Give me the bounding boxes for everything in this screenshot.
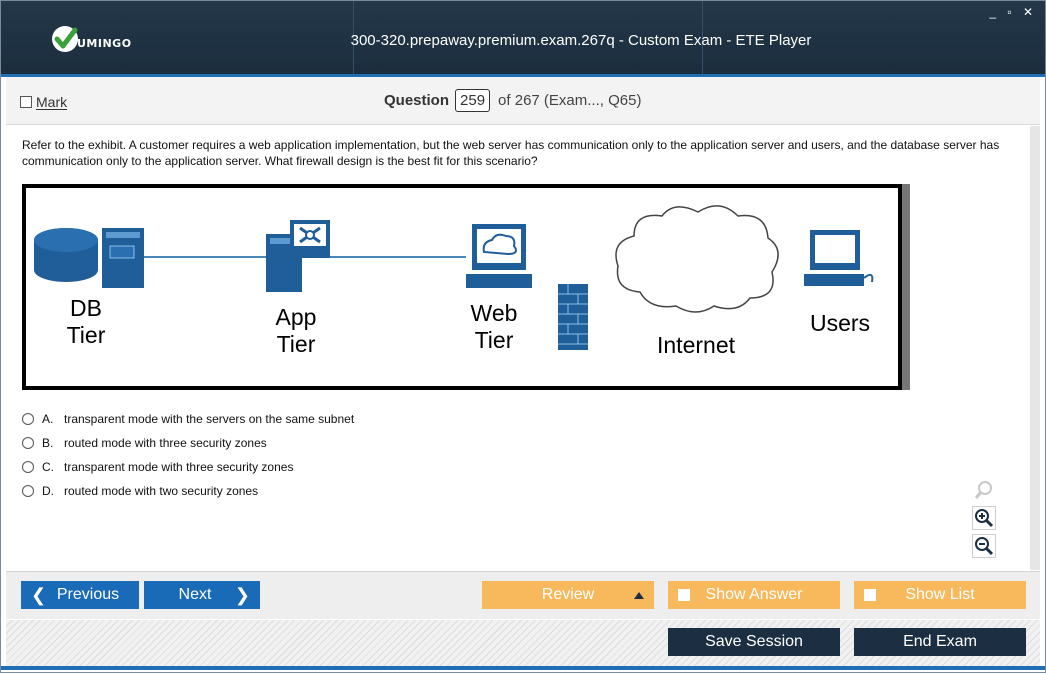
show-list-label: Show List [905,586,975,603]
question-text: Refer to the exhibit. A customer require… [22,138,1000,168]
save-session-label: Save Session [705,633,803,650]
ete-player-window: UMINGO 300-320.prepaway.premium.exam.267… [0,0,1046,673]
radio-button[interactable] [22,437,34,449]
review-button[interactable]: Review [482,581,654,609]
answer-text: transparent mode with the servers on the… [64,412,355,426]
zoom-in-button[interactable] [972,506,996,530]
web-label-line2: Tier [474,327,514,353]
show-answer-label: Show Answer [705,586,803,603]
footer-area: Save Session End Exam [6,620,1040,666]
end-exam-label: End Exam [903,633,977,650]
answer-text: routed mode with three security zones [64,436,267,450]
question-label: Question [384,92,450,109]
app-label-line1: App [275,304,317,330]
web-server-icon [466,224,532,288]
db-label-line1: DB [70,295,102,321]
checkbox-box[interactable] [20,96,32,108]
zoom-in-icon [975,509,994,528]
zoom-out-button[interactable] [972,534,996,558]
db-label-line2: Tier [66,322,106,348]
exhibit-shadow [902,184,910,390]
zoom-reset-button[interactable] [972,478,996,502]
app-server-icon [266,220,330,292]
db-app-line [144,256,266,258]
answer-text: routed mode with two security zones [64,484,259,498]
database-icon [34,228,144,288]
radio-button[interactable] [22,413,34,425]
show-list-button[interactable]: Show List [854,581,1026,609]
exhibit-image: DB Tier App Tier Web Tier Internet Users [22,184,910,390]
app-web-line [326,256,466,258]
next-label: Next [178,586,212,603]
question-header: Mark Question 259 of 267 (Exam..., Q65) [6,77,1040,125]
radio-button[interactable] [22,461,34,473]
answer-letter: C. [42,460,54,474]
chevron-left-icon: ❮ [31,584,47,605]
question-number-input[interactable]: 259 [455,89,491,112]
navigation-bar: ❮ Previous Next ❯ Review Show Answer Sho… [6,571,1040,619]
answer-option-b[interactable]: B. routed mode with three security zones [22,431,354,455]
answer-letter: B. [42,436,54,450]
app-label-line2: Tier [276,331,316,357]
question-content: Refer to the exhibit. A customer require… [6,126,1040,570]
mark-checkbox[interactable]: Mark [20,94,67,110]
internet-label: Internet [657,332,735,358]
answer-option-a[interactable]: A. transparent mode with the servers on … [22,407,354,431]
window-controls[interactable]: _ ▫ ✕ [989,5,1037,19]
answer-letter: D. [42,484,54,498]
internet-cloud-icon [615,205,779,313]
answer-letter: A. [42,412,54,426]
checkbox-icon [678,589,690,601]
show-answer-button[interactable]: Show Answer [668,581,840,609]
footer-accent-line [1,666,1045,670]
vertical-scrollbar[interactable] [1030,126,1040,570]
question-number-area: Question 259 of 267 (Exam..., Q65) [384,89,641,112]
users-label: Users [809,310,871,336]
triangle-up-icon [634,591,644,599]
review-label: Review [541,586,595,603]
previous-button[interactable]: ❮ Previous [21,581,139,609]
firewall-icon [558,284,588,350]
answer-text: transparent mode with three security zon… [64,460,294,474]
previous-label: Previous [56,586,120,603]
zoom-out-icon [975,537,994,556]
end-exam-button[interactable]: End Exam [854,628,1026,656]
radio-button[interactable] [22,485,34,497]
window-title: 300-320.prepaway.premium.exam.267q - Cus… [350,32,812,49]
next-button[interactable]: Next ❯ [144,581,260,609]
answer-option-c[interactable]: C. transparent mode with three security … [22,455,354,479]
web-tier-label: Web Tier [464,300,524,354]
zoom-reset-icon [974,481,992,499]
mark-label: Mark [36,94,68,110]
answer-list: A. transparent mode with the servers on … [22,407,354,503]
users-icon [804,230,874,286]
save-session-button[interactable]: Save Session [668,628,840,656]
chevron-right-icon: ❯ [234,584,250,605]
checkbox-icon [864,589,876,601]
question-of-label: of 267 (Exam..., Q65) [498,92,642,109]
web-label-line1: Web [470,300,518,326]
app-tier-label: App Tier [266,304,326,358]
db-tier-label: DB Tier [56,295,116,349]
answer-option-d[interactable]: D. routed mode with two security zones [22,479,354,503]
zoom-tools [972,478,1002,562]
title-bar: UMINGO 300-320.prepaway.premium.exam.267… [1,1,1045,77]
